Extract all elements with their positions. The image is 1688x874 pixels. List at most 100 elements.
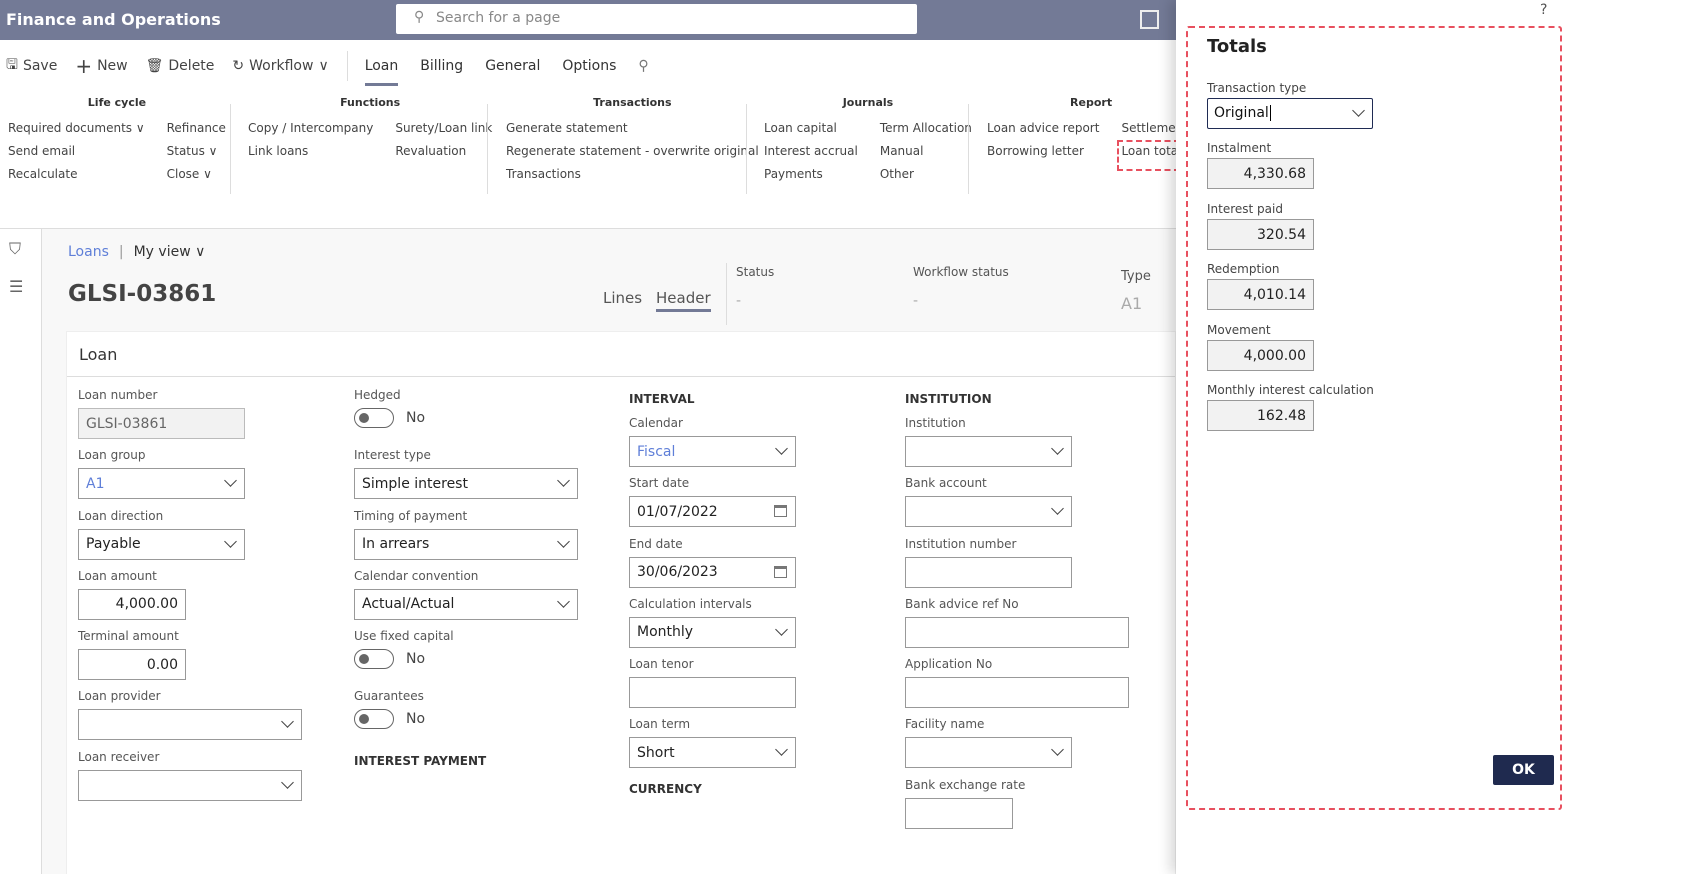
ok-button[interactable]: OK [1493,755,1554,785]
terminal-amount-input[interactable]: 0.00 [78,649,186,681]
bank-account-select[interactable] [905,496,1072,528]
ribbon-item[interactable]: Surety/Loan link [395,121,492,144]
ribbon-item[interactable]: Send email [8,144,145,167]
tab-lines[interactable]: Lines [603,289,642,307]
ribbon-group-transactions: Transactions Generate statement Regenerate… [506,96,759,190]
hedged-field: Hedged No [354,388,578,448]
loan-group-select[interactable]: A1 [78,468,245,500]
ribbon-item[interactable]: Other [880,167,972,190]
maximize-icon[interactable] [1140,10,1159,29]
ribbon-item[interactable]: Term Allocation [880,121,972,144]
end-date-input[interactable]: 30/06/2023 [629,556,796,588]
ribbon-item[interactable]: Recalculate [8,167,145,190]
list-icon[interactable]: ☰ [9,277,23,296]
action-pane: 🖫 Save + New 🗑 Delete ↻ Workflow ∨ Loan Billi… [0,44,1176,88]
view-selector[interactable]: My view [134,244,191,260]
search-input[interactable]: ⚲ Search for a page [396,4,917,34]
application-no-input[interactable] [905,677,1129,709]
new-button[interactable]: + New [75,54,127,78]
end-date-value: 30/06/2023 [637,564,718,581]
toggle-switch[interactable] [354,649,394,670]
calendar-icon[interactable] [774,505,787,518]
ribbon-item[interactable]: Refinance [167,121,226,144]
movement-field: Movement 4,000.00 [1207,323,1314,371]
loan-provider-select[interactable] [78,709,302,741]
ribbon-item[interactable]: Borrowing letter [987,144,1099,167]
bank-advice-ref-no-input[interactable] [905,616,1129,648]
transaction-type-select[interactable]: Original [1207,98,1373,129]
tab-header[interactable]: Header [656,289,711,312]
ribbon-item[interactable]: Link loans [248,144,373,167]
divider [346,51,348,81]
loan-amount-input[interactable]: 4,000.00 [78,588,186,620]
loan-direction-value: Payable [86,536,141,553]
loan-direction-select[interactable]: Payable [78,528,245,560]
loan-tenor-label: Loan tenor [629,657,694,672]
loan-term-select[interactable]: Short [629,737,796,769]
facility-name-select[interactable] [905,737,1072,769]
movement-value: 4,000.00 [1207,339,1314,371]
loan-term-field: Loan term Short [629,717,796,777]
ribbon-item[interactable]: Revaluation [395,144,492,167]
delete-button[interactable]: 🗑 Delete [146,58,215,74]
calculation-intervals-select[interactable]: Monthly [629,616,796,648]
loan-amount-label: Loan amount [78,568,157,583]
calendar-icon[interactable] [774,565,787,578]
ribbon-item[interactable]: Transactions [506,167,759,190]
ribbon-item[interactable]: Interest accrual [764,144,858,167]
institution-number-input[interactable] [905,556,1072,588]
loan-group-value: A1 [86,475,105,492]
search-icon[interactable]: ⚲ [638,58,648,74]
interest-type-select[interactable]: Simple interest [354,468,578,500]
page-title: GLSI-03861 [68,281,217,307]
help-icon[interactable]: ? [1540,2,1547,18]
interest-type-field: Interest type Simple interest [354,448,578,508]
ribbon-item[interactable]: Close ∨ [167,167,226,190]
tab-general[interactable]: General [485,58,540,74]
workflow-button[interactable]: ↻ Workflow ∨ [232,58,328,74]
guarantees-toggle[interactable]: No [354,709,578,730]
application-no-field: Application No [905,657,1129,717]
hedged-toggle[interactable]: No [354,408,578,428]
chevron-down-icon: ∨ [318,58,329,74]
loan-receiver-label: Loan receiver [78,749,160,764]
use-fixed-capital-value: No [406,651,426,668]
breadcrumb-loans[interactable]: Loans [68,244,109,260]
bank-exchange-rate-input[interactable] [905,797,1013,829]
loan-tenor-input[interactable] [629,677,796,709]
timing-of-payment-select[interactable]: In arrears [354,528,578,560]
tab-loan[interactable]: Loan [364,58,398,86]
save-button[interactable]: 🖫 Save [6,54,57,78]
guarantees-field: Guarantees No [354,689,578,749]
section-title[interactable]: Loan [79,345,117,364]
interest-type-value: Simple interest [362,475,468,492]
ribbon-item[interactable]: Loan capital [764,121,858,144]
loan-receiver-select[interactable] [78,769,302,801]
tab-options[interactable]: Options [562,58,616,74]
calendar-convention-value: Actual/Actual [362,596,455,613]
calendar-select[interactable]: Fiscal [629,436,796,467]
ribbon-item[interactable]: Regenerate statement - overwrite origina… [506,144,759,167]
tab-billing[interactable]: Billing [420,58,463,74]
ribbon-item[interactable]: Required documents ∨ [8,121,145,144]
loan-direction-label: Loan direction [78,508,164,523]
ribbon-item[interactable]: Loan advice report [987,121,1099,144]
filter-icon[interactable]: ⛉ [9,239,21,259]
ribbon-item[interactable]: Manual [880,144,972,167]
ribbon-item[interactable]: Copy / Intercompany [248,121,373,144]
ribbon-item[interactable]: Payments [764,167,858,190]
transaction-type-field: Transaction type Original [1207,81,1373,129]
calendar-convention-select[interactable]: Actual/Actual [354,588,578,620]
breadcrumb: Loans | My view ∨ [68,244,206,260]
institution-select[interactable] [905,436,1072,467]
status-field: Status - [736,265,774,309]
ribbon-item[interactable]: Status ∨ [167,144,226,167]
loan-amount-value: 4,000.00 [115,596,178,613]
toggle-switch[interactable] [354,408,394,428]
loan-receiver-field: Loan receiver [78,750,302,810]
toggle-switch[interactable] [354,709,394,730]
start-date-input[interactable]: 01/07/2022 [629,496,796,528]
use-fixed-capital-toggle[interactable]: No [354,649,578,670]
group-title: Life cycle [87,96,147,109]
ribbon-item[interactable]: Generate statement [506,121,759,144]
